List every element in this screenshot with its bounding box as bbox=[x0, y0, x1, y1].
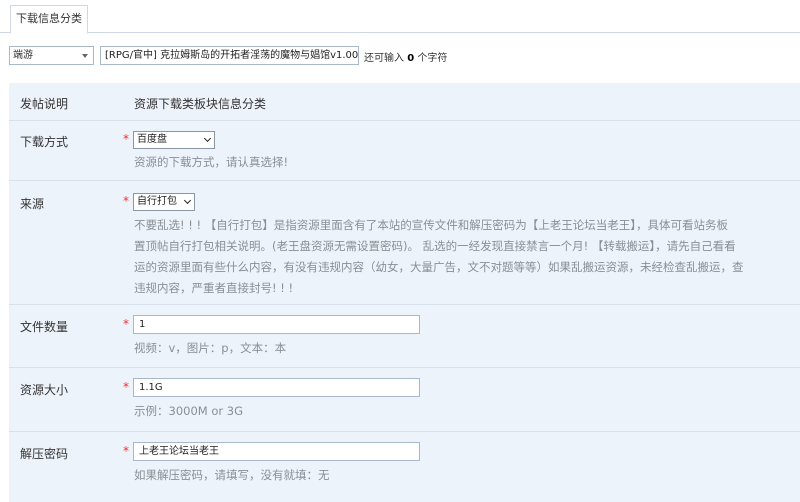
download-method-hint: 资源的下载方式，请认真选择! bbox=[134, 155, 289, 169]
source-description: 不要乱选! ! ! 【自行打包】是指资源里面含有了本站的宣传文件和解压密码为【上… bbox=[134, 218, 744, 295]
chevron-down-icon bbox=[82, 54, 88, 58]
char-counter: 还可输入 0 个字符 bbox=[364, 53, 448, 64]
source-select[interactable]: 自行打包 bbox=[133, 193, 195, 211]
title-row: 端游 [RPG/官中] 克拉姆斯岛的开拓者淫荡的魔物与娼馆v1.00 还可输入 … bbox=[0, 46, 800, 68]
classification-form: 发帖说明 资源下载类板块信息分类 下载方式 * 百度盘 资源的下载方式，请认真选… bbox=[9, 83, 800, 502]
required-mark: * bbox=[123, 317, 129, 331]
password-label: 解压密码 bbox=[20, 447, 69, 461]
download-method-select[interactable]: 百度盘 bbox=[133, 131, 215, 149]
password-input[interactable]: 上老王论坛当老王 bbox=[133, 442, 420, 461]
row-intro: 发帖说明 资源下载类板块信息分类 bbox=[9, 83, 800, 121]
category-select[interactable]: 端游 bbox=[9, 46, 94, 65]
title-input[interactable]: [RPG/官中] 克拉姆斯岛的开拓者淫荡的魔物与娼馆v1.00 bbox=[100, 46, 359, 65]
row-file-count: 文件数量 * 1 视频：v，图片：p，文本：本 bbox=[9, 305, 800, 368]
required-mark: * bbox=[123, 444, 129, 458]
tab-bar: 下载信息分类 bbox=[0, 0, 800, 34]
file-count-hint: 视频：v，图片：p，文本：本 bbox=[134, 341, 287, 355]
row-download-method: 下载方式 * 百度盘 资源的下载方式，请认真选择! bbox=[9, 121, 800, 181]
size-hint: 示例：3000M or 3G bbox=[134, 404, 243, 418]
row-password: 解压密码 * 上老王论坛当老王 如果解压密码，请填写，没有就填：无 bbox=[9, 432, 800, 502]
intro-text: 资源下载类板块信息分类 bbox=[134, 97, 267, 111]
category-select-value: 端游 bbox=[13, 50, 33, 61]
source-label: 来源 bbox=[20, 197, 45, 211]
file-count-input[interactable]: 1 bbox=[133, 315, 420, 334]
file-count-label: 文件数量 bbox=[20, 320, 69, 334]
row-size: 资源大小 * 1.1G 示例：3000M or 3G bbox=[9, 368, 800, 432]
required-mark: * bbox=[123, 194, 129, 208]
download-method-label: 下载方式 bbox=[20, 135, 69, 149]
intro-label: 发帖说明 bbox=[20, 97, 69, 111]
password-hint: 如果解压密码，请填写，没有就填：无 bbox=[134, 468, 330, 482]
required-mark: * bbox=[123, 132, 129, 146]
chevron-down-icon bbox=[203, 134, 212, 143]
size-input[interactable]: 1.1G bbox=[133, 378, 420, 397]
size-label: 资源大小 bbox=[20, 383, 69, 397]
chevron-down-icon bbox=[183, 196, 192, 205]
row-source: 来源 * 自行打包 不要乱选! ! ! 【自行打包】是指资源里面含有了本站的宣传… bbox=[9, 181, 800, 305]
required-mark: * bbox=[123, 380, 129, 394]
tab-download-info[interactable]: 下载信息分类 bbox=[10, 5, 88, 34]
char-counter-count: 0 bbox=[407, 53, 415, 64]
